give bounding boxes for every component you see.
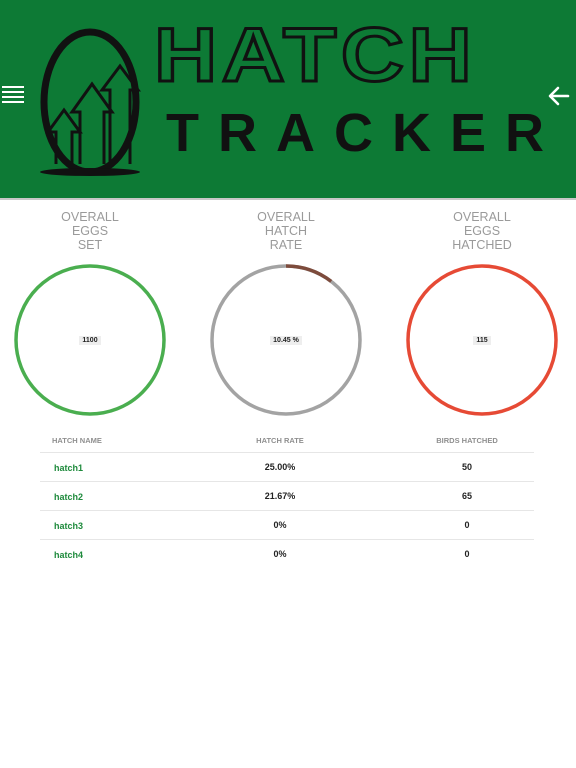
stat-value: 1100 bbox=[0, 336, 180, 345]
birds-hatched-cell: 65 bbox=[461, 491, 472, 501]
table-row[interactable]: hatch1 25.00% 50 bbox=[40, 452, 534, 481]
hatch-rate-cell: 0% bbox=[273, 520, 287, 530]
hatch-name-link[interactable]: hatch2 bbox=[54, 492, 83, 502]
egg-arrows-logo-icon bbox=[40, 28, 141, 176]
hatch-rate-cell: 21.67% bbox=[264, 491, 296, 501]
stat-value: 115 bbox=[392, 336, 572, 345]
hatch-table: HATCH NAME HATCH RATE BIRDS HATCHED hatc… bbox=[40, 428, 534, 568]
stat-eggs-set: OVERALL EGGS SET 1100 bbox=[0, 210, 180, 418]
hatch-rate-cell: 25.00% bbox=[264, 462, 296, 472]
stat-label: OVERALL EGGS SET bbox=[61, 210, 119, 252]
hatch-tracker-logo: HATCH TRACKER bbox=[34, 13, 544, 186]
stat-eggs-hatched: OVERALL EGGS HATCHED 115 bbox=[392, 210, 572, 418]
stat-label: OVERALL HATCH RATE bbox=[257, 210, 315, 252]
stat-value: 10.45 % bbox=[196, 336, 376, 345]
table-row[interactable]: hatch3 0% 0 bbox=[40, 510, 534, 539]
birds-hatched-cell: 50 bbox=[461, 462, 472, 472]
table-header: HATCH NAME HATCH RATE BIRDS HATCHED bbox=[40, 428, 534, 452]
table-row[interactable]: hatch4 0% 0 bbox=[40, 539, 534, 568]
logo-subtitle: TRACKER bbox=[166, 103, 563, 163]
app-header: HATCH TRACKER bbox=[0, 0, 576, 200]
hamburger-menu-icon[interactable] bbox=[2, 86, 24, 106]
birds-hatched-cell: 0 bbox=[464, 549, 470, 559]
column-header-hatch-name: HATCH NAME bbox=[52, 435, 102, 445]
hatch-name-link[interactable]: hatch3 bbox=[54, 521, 83, 531]
stat-label: OVERALL EGGS HATCHED bbox=[452, 210, 512, 252]
hatch-rate-cell: 0% bbox=[273, 549, 287, 559]
hatch-name-link[interactable]: hatch4 bbox=[54, 550, 83, 560]
logo-title: HATCH bbox=[152, 13, 477, 98]
birds-hatched-cell: 0 bbox=[464, 520, 470, 530]
table-row[interactable]: hatch2 21.67% 65 bbox=[40, 481, 534, 510]
column-header-hatch-rate: HATCH RATE bbox=[256, 435, 304, 445]
arrow-left-icon[interactable] bbox=[546, 82, 572, 110]
hatch-name-link[interactable]: hatch1 bbox=[54, 463, 83, 473]
column-header-birds-hatched: BIRDS HATCHED bbox=[436, 435, 498, 445]
stat-hatch-rate: OVERALL HATCH RATE 10.45 % bbox=[196, 210, 376, 418]
